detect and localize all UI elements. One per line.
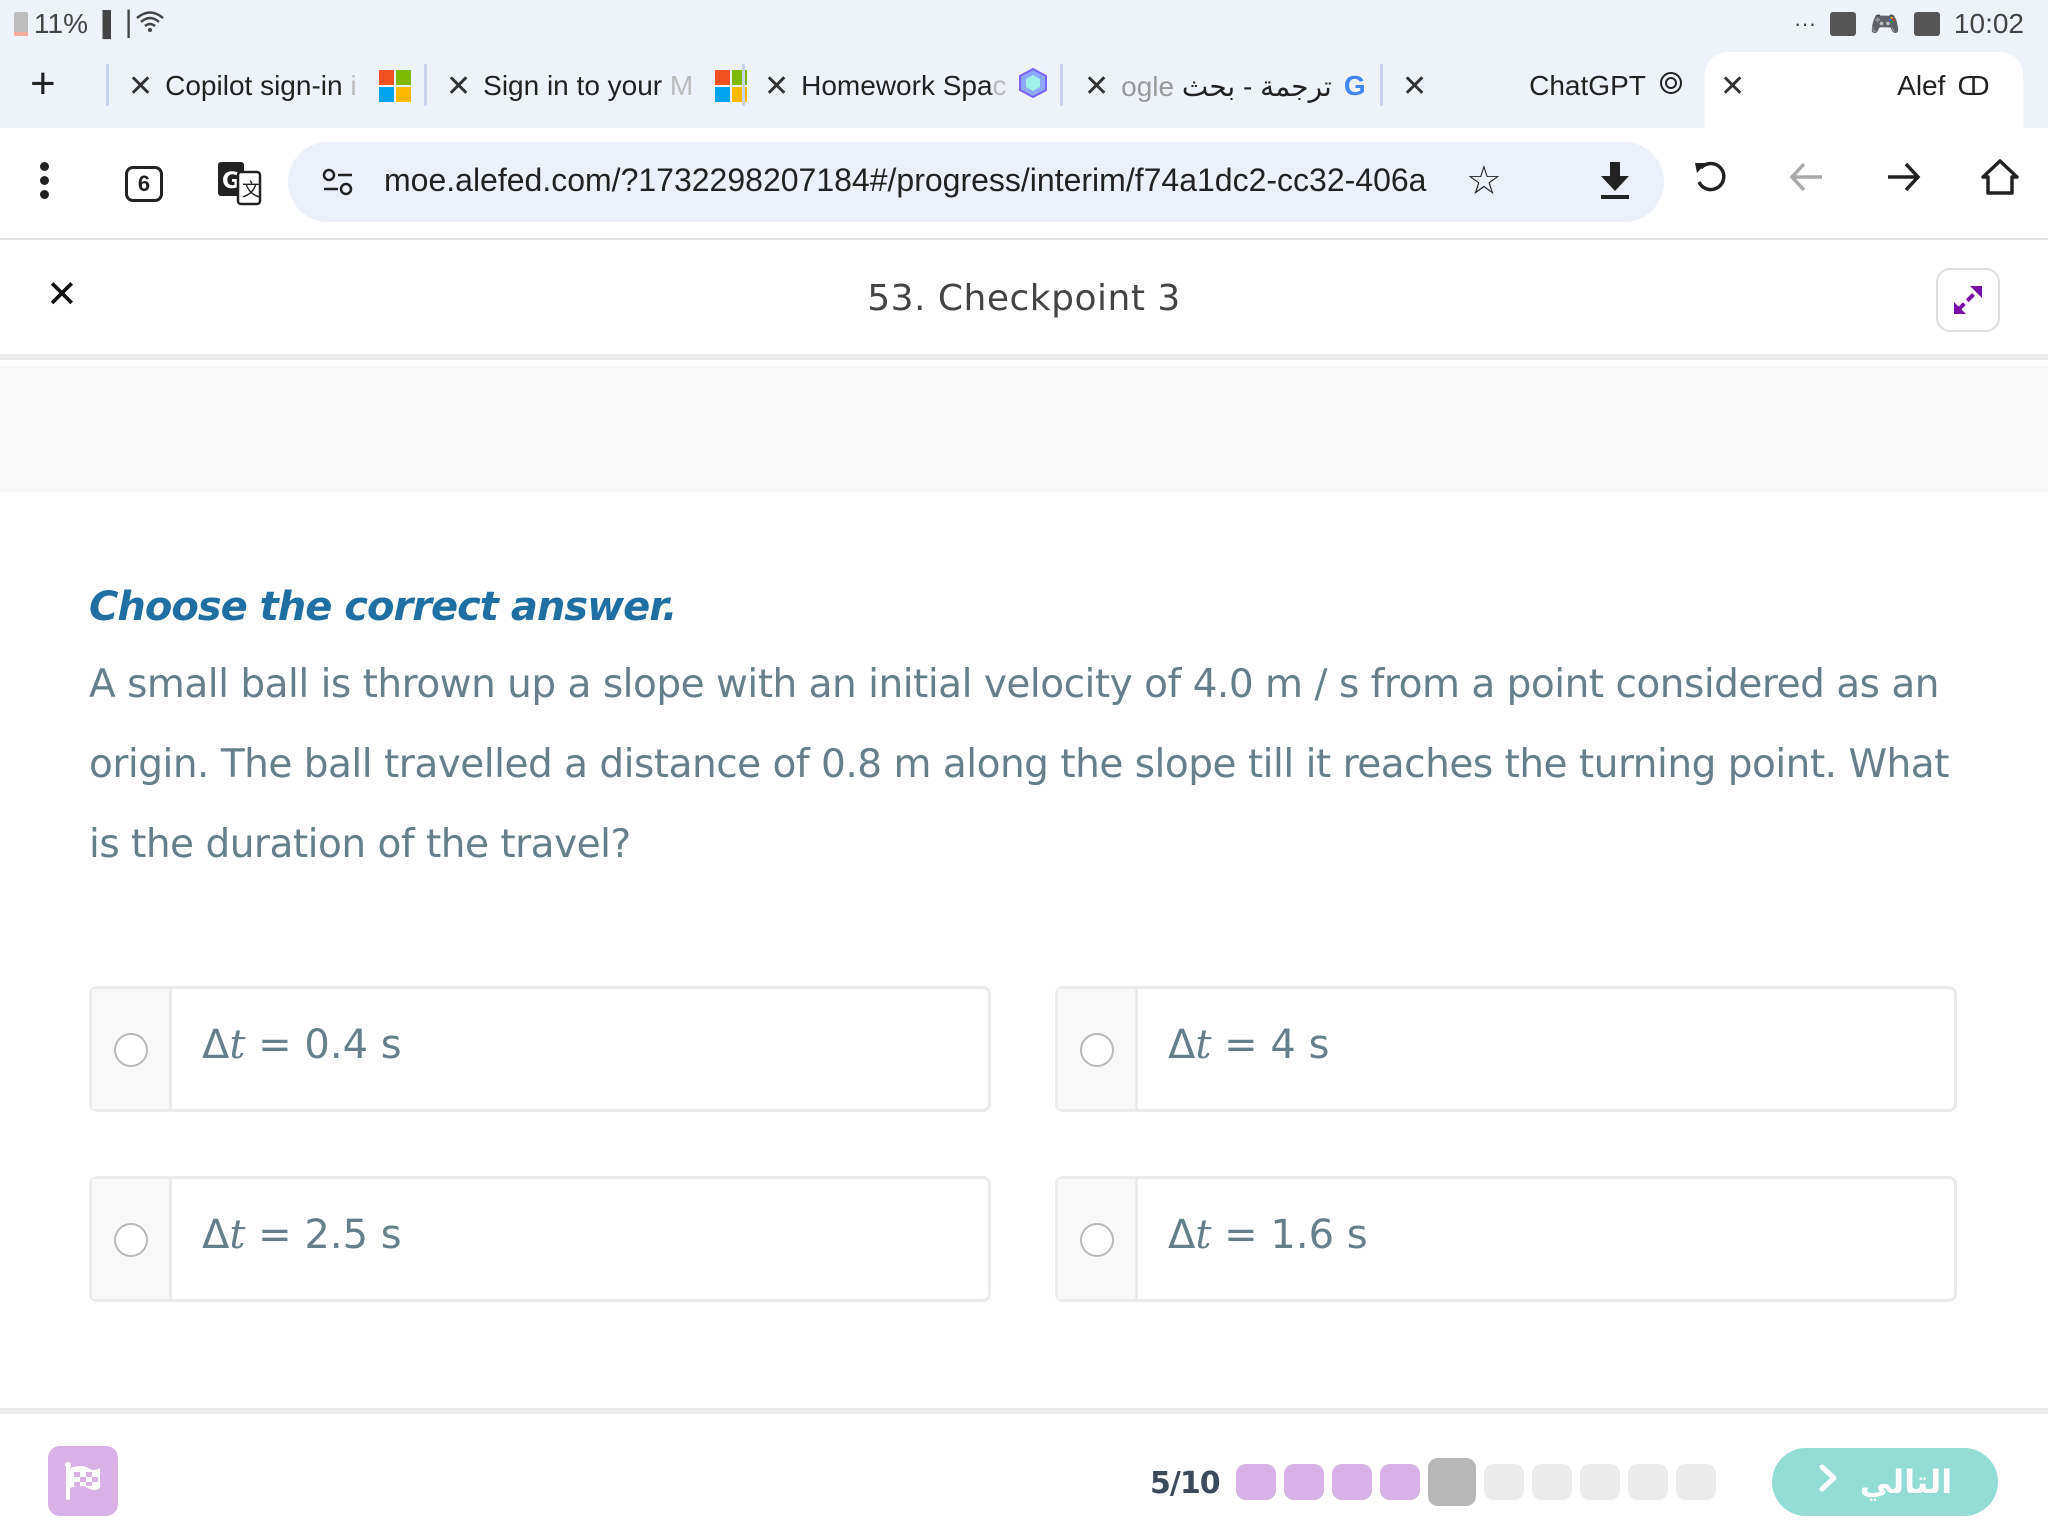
progress-steps [1236, 1458, 1716, 1506]
close-tab-icon[interactable]: ✕ [1402, 69, 1427, 104]
progress-step-current [1428, 1458, 1476, 1506]
radio-button[interactable] [1080, 1033, 1114, 1067]
lesson-footer: 5/10 التالي [0, 1408, 2048, 1536]
fullscreen-button[interactable] [1936, 268, 2000, 332]
lesson-title: 53. Checkpoint 3 [867, 278, 1181, 319]
progress-step-done [1380, 1464, 1420, 1500]
battery-level: 11% [34, 8, 88, 39]
finish-flag-button[interactable] [48, 1446, 118, 1516]
question-instruction: Choose the correct answer. [89, 584, 677, 630]
tab-label-fade: ogle [1121, 70, 1175, 102]
battery-icon [14, 12, 28, 36]
download-icon[interactable] [1598, 160, 1632, 205]
tab-chatgpt[interactable]: ✕ ChatGPT [1402, 66, 1684, 106]
mail-notification-icon [1830, 12, 1857, 36]
forward-arrow-icon[interactable] [1884, 158, 1922, 201]
microsoft-logo-icon [378, 70, 411, 102]
tab-separator [424, 64, 427, 106]
wifi-icon [135, 8, 165, 40]
discord-icon: 🎮 [1870, 10, 1900, 38]
progress-step-pending [1580, 1464, 1620, 1500]
expand-arrows-icon [1954, 286, 1982, 314]
gallery-icon [1913, 12, 1940, 36]
option-label: Δt = 4 s [1168, 1022, 1330, 1068]
google-g-icon: G [1343, 70, 1366, 101]
tab-label: Copilot sign-in [165, 70, 343, 101]
signal-icon: ▐▕ [93, 10, 130, 38]
tab-copilot[interactable]: ✕ Copilot sign-in i [128, 66, 411, 106]
close-tab-icon[interactable]: ✕ [446, 69, 471, 104]
alef-icon: ↀ [1957, 70, 1990, 101]
tab-label: Sign in to your [483, 70, 663, 101]
progress-step-pending [1628, 1464, 1668, 1500]
radio-cell[interactable] [1058, 1179, 1138, 1299]
progress-counter: 5/10 [1150, 1466, 1221, 1501]
status-bar: 11% ▐▕ ··· 🎮 10:02 [0, 0, 2048, 48]
tab-separator [742, 64, 745, 106]
address-bar[interactable]: moe.alefed.com/?1732298207184#/progress/… [288, 142, 1664, 222]
tab-label: Homework Spa [801, 70, 993, 101]
homework-hex-icon [1018, 67, 1047, 105]
option-label: Δt = 2.5 s [202, 1212, 402, 1258]
site-settings-icon[interactable] [322, 168, 354, 201]
tab-separator [1380, 64, 1383, 106]
question-text: A small ball is thrown up a slope with a… [89, 662, 1949, 867]
radio-cell[interactable] [1058, 989, 1138, 1109]
close-tab-icon[interactable]: ✕ [764, 69, 789, 104]
address-bar-row: 6 G文 moe.alefed.com/?1732298207184#/prog… [0, 128, 2048, 240]
content-top-band [0, 366, 2048, 492]
answer-option-3[interactable]: Δt = 2.5 s [89, 1176, 991, 1302]
option-label: Δt = 1.6 s [1168, 1212, 1368, 1258]
menu-kebab-icon[interactable] [40, 162, 50, 204]
chevron-right-icon [1818, 1463, 1838, 1501]
answer-option-1[interactable]: Δt = 0.4 s [89, 986, 991, 1112]
tab-strip: + ✕ Copilot sign-in i ✕ Sign in to your … [0, 48, 2048, 128]
tab-alef[interactable]: ✕ Alef ↀ [1720, 66, 1990, 106]
back-arrow-icon[interactable] [1788, 158, 1826, 201]
new-tab-button[interactable]: + [30, 62, 56, 106]
bookmark-star-icon[interactable]: ☆ [1466, 158, 1502, 204]
tab-sign-in[interactable]: ✕ Sign in to your M [446, 66, 748, 106]
tab-label-fade: i [350, 70, 357, 101]
option-label: Δt = 0.4 s [202, 1022, 402, 1068]
tab-separator [106, 64, 109, 106]
more-notifications-icon: ··· [1794, 11, 1817, 36]
clock: 10:02 [1953, 8, 2024, 39]
progress-step-done [1332, 1464, 1372, 1500]
openai-icon [1658, 70, 1684, 103]
next-label: التالي [1859, 1463, 1953, 1501]
reload-icon[interactable] [1692, 158, 1730, 201]
tab-label: ChatGPT [1529, 70, 1646, 101]
tab-label-fade: c [992, 70, 1007, 101]
home-icon[interactable] [1980, 158, 2020, 201]
radio-cell[interactable] [92, 989, 172, 1109]
tab-label-fade: M [669, 70, 694, 101]
tab-label: Alef [1897, 70, 1946, 101]
tab-switcher-button[interactable]: 6 [125, 166, 163, 202]
tab-google-translate[interactable]: ✕ ogle ترجمة - بحث G [1084, 66, 1366, 106]
tab-homework[interactable]: ✕ Homework Spac [764, 66, 1047, 106]
radio-button[interactable] [1080, 1223, 1114, 1257]
radio-button[interactable] [114, 1033, 148, 1067]
answer-option-4[interactable]: Δt = 1.6 s [1055, 1176, 1957, 1302]
svg-text:文: 文 [242, 180, 260, 201]
lesson-header: ✕ 53. Checkpoint 3 [0, 242, 2048, 360]
close-tab-icon[interactable]: ✕ [1084, 69, 1109, 104]
next-button[interactable]: التالي [1772, 1448, 1998, 1516]
close-tab-icon[interactable]: ✕ [128, 69, 153, 104]
progress-step-done [1284, 1464, 1324, 1500]
url-text[interactable]: moe.alefed.com/?1732298207184#/progress/… [384, 162, 1454, 199]
radio-cell[interactable] [92, 1179, 172, 1299]
translate-icon[interactable]: G文 [216, 160, 262, 206]
answer-option-2[interactable]: Δt = 4 s [1055, 986, 1957, 1112]
checkered-flag-icon [65, 1462, 100, 1500]
tab-separator [1060, 64, 1063, 106]
radio-button[interactable] [114, 1223, 148, 1257]
progress-step-pending [1484, 1464, 1524, 1500]
close-tab-icon[interactable]: ✕ [1720, 69, 1745, 104]
progress-step-done [1236, 1464, 1276, 1500]
progress-step-pending [1532, 1464, 1572, 1500]
progress-step-pending [1676, 1464, 1716, 1500]
tab-label: ترجمة - بحث [1181, 70, 1332, 102]
